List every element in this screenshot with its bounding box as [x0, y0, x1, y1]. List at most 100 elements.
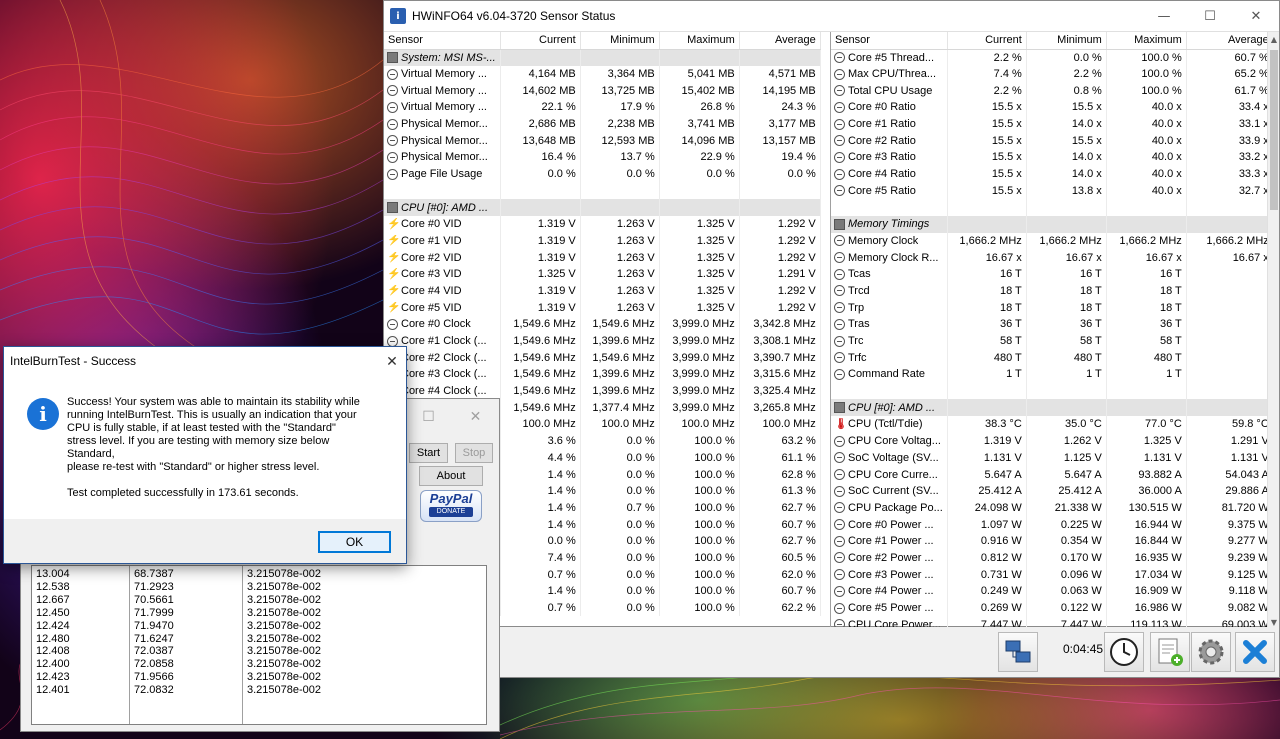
sensor-row[interactable]: ⚡ Core #3 VID 1.325 V 1.263 V 1.325 V 1.291 V	[384, 265, 821, 283]
results-row[interactable]: 12.538 71.2923 3.215078e-002	[32, 581, 488, 594]
settings-button[interactable]	[1191, 632, 1231, 672]
ibt-close-icon[interactable]: ✕	[452, 403, 499, 431]
scroll-thumb[interactable]	[1270, 50, 1278, 210]
sensor-row[interactable]: Core #1 Clock (... 1,549.6 MHz 1,399.6 MHz…	[384, 332, 821, 350]
sensor-row[interactable]: Virtual Memory ... 4,164 MB 3,364 MB 5,041 …	[384, 65, 821, 83]
sensor-row[interactable]: 🌡 CPU (Tctl/Tdie) 38.3 °C 35.0 °C 77.0 °C 59.…	[831, 416, 1274, 433]
sensor-row[interactable]: Virtual Memory ... 14,602 MB 13,725 MB 15,4…	[384, 82, 821, 100]
sensor-row[interactable]: Core #3 Clock (... 1,549.6 MHz 1,399.6 MHz…	[384, 366, 821, 383]
sensor-row[interactable]: Physical Memor... 16.4 % 13.7 % 22.9 % 19.4 …	[384, 149, 821, 166]
dialog-titlebar[interactable]: IntelBurnTest - Success ✕	[4, 347, 406, 375]
sensor-row[interactable]: Core #3 Power ... 0.731 W 0.096 W 17.034 W9…	[831, 566, 1274, 583]
network-button[interactable]	[998, 632, 1038, 672]
results-row[interactable]: 12.480 71.6247 3.215078e-002	[32, 633, 488, 646]
results-row[interactable]: 12.400 72.0858 3.215078e-002	[32, 658, 488, 671]
hwinfo-titlebar[interactable]: i HWiNFO64 v6.04-3720 Sensor Status — ☐ …	[384, 1, 1279, 31]
sensor-row[interactable]: Core #3 Ratio 15.5 x 14.0 x 40.0 x 33.2 x	[831, 149, 1274, 166]
results-row[interactable]: 12.423 71.9566 3.215078e-002	[32, 671, 488, 684]
close-button[interactable]: ✕	[1233, 1, 1279, 31]
sensor-row[interactable]: Memory Clock 1,666.2 MHz 1,666.2 MHz 1,666.…	[831, 232, 1274, 250]
sensor-row[interactable]: Core #4 Clock (... 1,549.6 MHz 1,399.6 MHz…	[384, 382, 821, 400]
results-row[interactable]: 12.450 71.7999 3.215078e-002	[32, 607, 488, 620]
column-header-sensor[interactable]: Sensor	[831, 32, 948, 50]
maximize-button[interactable]: ☐	[1187, 1, 1233, 31]
sensor-name: Trc	[834, 335, 943, 347]
sensor-row[interactable]: ⚡ Core #2 VID 1.319 V 1.263 V 1.325 V 1.292 V	[384, 249, 821, 266]
results-list[interactable]: 13.004 68.7387 3.215078e-002 12.538 71.2923 3…	[31, 565, 487, 725]
sensor-row[interactable]: Command Rate 1 T1 T1 T	[831, 366, 1274, 383]
report-button[interactable]	[1150, 632, 1190, 672]
sensor-row[interactable]: Trfc 480 T 480 T 480 T	[831, 349, 1274, 367]
sensor-row[interactable]: Core #2 Ratio 15.5 x 15.5 x 40.0 x 33.9 x	[831, 132, 1274, 150]
sensor-group-row[interactable]: CPU [#0]: AMD ...	[831, 399, 1274, 417]
column-header-maximum[interactable]: Maximum	[1106, 32, 1187, 50]
paypal-donate-button[interactable]: PayPal DONATE	[420, 490, 482, 522]
sensor-row[interactable]: Physical Memor... 2,686 MB 2,238 MB 3,741 M…	[384, 115, 821, 133]
voltage-icon: ⚡	[387, 284, 401, 297]
sensor-row[interactable]: CPU Core Voltag... 1.319 V 1.262 V 1.325 V1…	[831, 432, 1274, 450]
sensor-row[interactable]: ⚡ Core #5 VID 1.319 V 1.263 V 1.325 V 1.292 V	[384, 299, 821, 316]
sensor-row[interactable]: Page File Usage 0.0 % 0.0 % 0.0 % 0.0 %	[384, 165, 821, 183]
sensor-row[interactable]: Virtual Memory ... 22.1 % 17.9 % 26.8 % 24.3…	[384, 99, 821, 116]
voltage-icon: ⚡	[387, 218, 401, 230]
sensor-row[interactable]: Core #5 Power ... 0.269 W 0.122 W 16.986 W9…	[831, 599, 1274, 617]
sensor-row[interactable]: Core #2 Power ... 0.812 W 0.170 W 16.935 W9…	[831, 549, 1274, 567]
sensor-row[interactable]: Tcas 16 T 16 T 16 T	[831, 265, 1274, 283]
sensor-row[interactable]: SoC Current (SV... 25.412 A 25.412 A 36.000…	[831, 482, 1274, 500]
sensor-row[interactable]: Trcd 18 T 18 T 18 T	[831, 282, 1274, 300]
start-button[interactable]: Start	[409, 443, 448, 463]
sensor-row[interactable]: Core #2 Clock (... 1,549.6 MHz 1,549.6 MHz…	[384, 349, 821, 367]
sensor-row[interactable]: CPU Package Po... 24.098 W 21.338 W 130.515…	[831, 499, 1274, 517]
sensor-row[interactable]: Core #0 Clock 1,549.6 MHz 1,549.6 MHz 3,999…	[384, 316, 821, 333]
sensor-row[interactable]: Tras 36 T 36 T 36 T	[831, 316, 1274, 333]
sensor-row[interactable]: ⚡ Core #0 VID 1.319 V 1.263 V 1.325 V 1.292 V	[384, 215, 821, 233]
sensor-row[interactable]: CPU Core Curre... 5.647 A 5.647 A 93.882 A5…	[831, 466, 1274, 483]
sensor-group-row[interactable]: System: MSI MS-...	[384, 49, 821, 66]
column-header-current[interactable]: Current	[947, 32, 1027, 50]
sensor-row[interactable]: Core #1 Ratio 15.5 x 14.0 x 40.0 x 33.1 x	[831, 115, 1274, 133]
scroll-up-icon[interactable]: ▲	[1268, 32, 1279, 46]
minimize-button[interactable]: —	[1141, 1, 1187, 31]
sensor-row[interactable]: Core #5 Ratio 15.5 x 13.8 x 40.0 x 32.7 x	[831, 182, 1274, 200]
sensor-row[interactable]: SoC Voltage (SV... 1.131 V 1.125 V 1.131 V1…	[831, 449, 1274, 467]
results-row[interactable]: 12.408 72.0387 3.215078e-002	[32, 645, 488, 658]
dialog-close-button[interactable]: ✕	[378, 347, 406, 375]
column-header-average[interactable]: Average	[1186, 32, 1274, 50]
sensor-value-cur: 38.3 °C	[947, 416, 1027, 433]
column-header-average[interactable]: Average	[739, 32, 821, 50]
sensor-row[interactable]: Core #4 Power ... 0.249 W 0.063 W 16.909 W9…	[831, 583, 1274, 600]
sensor-row[interactable]: Max CPU/Threa... 7.4 % 2.2 % 100.0 % 65.2 %	[831, 65, 1274, 83]
ok-button[interactable]: OK	[318, 531, 391, 553]
sensor-row[interactable]: Core #5 Thread... 2.2 % 0.0 % 100.0 % 60.7 %	[831, 49, 1274, 66]
sensor-group-row[interactable]: Memory Timings	[831, 215, 1274, 233]
sensor-row[interactable]: Total CPU Usage 2.2 % 0.8 % 100.0 % 61.7 %	[831, 82, 1274, 100]
vertical-scrollbar[interactable]: ▲ ▼	[1267, 32, 1279, 629]
sensor-row[interactable]: Core #0 Ratio 15.5 x 15.5 x 40.0 x 33.4 x	[831, 99, 1274, 116]
sensor-row[interactable]: Trp 18 T 18 T 18 T	[831, 299, 1274, 316]
results-row[interactable]: 12.667 70.5661 3.215078e-002	[32, 594, 488, 607]
about-button[interactable]: About	[419, 466, 483, 486]
column-header-minimum[interactable]: Minimum	[1026, 32, 1107, 50]
column-header-minimum[interactable]: Minimum	[580, 32, 660, 50]
sensor-row[interactable]: Trc 58 T 58 T 58 T	[831, 332, 1274, 350]
sensor-group-row[interactable]: CPU [#0]: AMD ...	[384, 199, 821, 216]
column-header-maximum[interactable]: Maximum	[659, 32, 740, 50]
sensor-row[interactable]: ⚡ Core #1 VID 1.319 V 1.263 V 1.325 V 1.292 V	[384, 232, 821, 250]
voltage-icon: ⚡	[387, 301, 401, 314]
close-sensors-button[interactable]	[1235, 632, 1275, 672]
results-row[interactable]: 12.424 71.9470 3.215078e-002	[32, 620, 488, 633]
stop-button[interactable]: Stop	[455, 443, 493, 463]
column-header-current[interactable]: Current	[500, 32, 581, 50]
results-row[interactable]: 12.401 72.0832 3.215078e-002	[32, 684, 488, 697]
column-header-sensor[interactable]: Sensor	[384, 32, 501, 50]
results-row[interactable]: 13.004 68.7387 3.215078e-002	[32, 568, 488, 581]
sensor-pane-right[interactable]: Sensor Current Minimum Maximum Average Core #…	[831, 32, 1279, 629]
reset-timer-button[interactable]	[1104, 632, 1144, 672]
sensor-row[interactable]: Core #1 Power ... 0.916 W 0.354 W 16.844 W9…	[831, 532, 1274, 550]
ibt-maximize-icon[interactable]: ☐	[405, 403, 452, 431]
sensor-row[interactable]: Memory Clock R... 16.67 x 16.67 x 16.67 x 16…	[831, 249, 1274, 266]
sensor-row[interactable]: Physical Memor... 13,648 MB 12,593 MB 14,09…	[384, 132, 821, 150]
sensor-row[interactable]: ⚡ Core #4 VID 1.319 V 1.263 V 1.325 V 1.292 V	[384, 282, 821, 300]
sensor-row[interactable]: Core #0 Power ... 1.097 W 0.225 W 16.944 W9…	[831, 516, 1274, 533]
sensor-row[interactable]: Core #4 Ratio 15.5 x 14.0 x 40.0 x 33.3 x	[831, 165, 1274, 183]
